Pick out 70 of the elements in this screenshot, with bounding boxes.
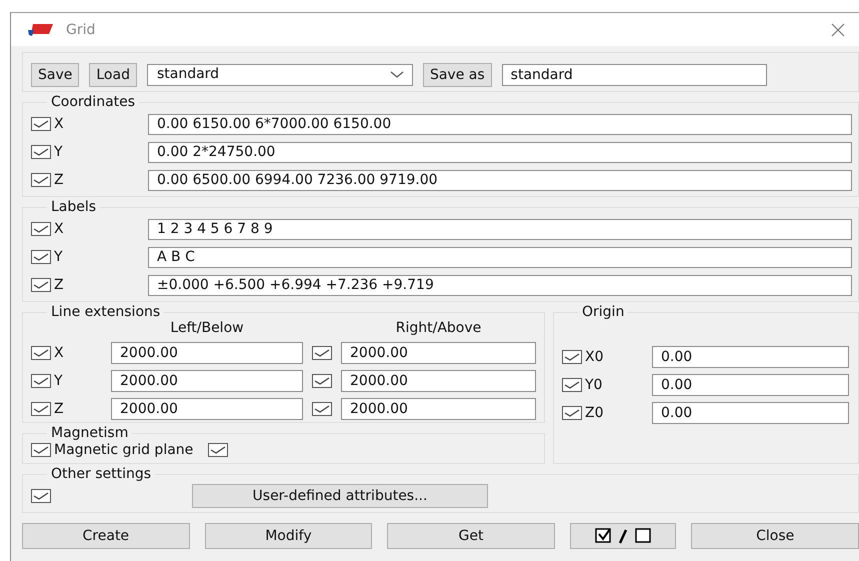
save-as-name-field[interactable]: standard [502, 64, 767, 86]
checkbox[interactable] [31, 489, 51, 503]
coordinate-field[interactable]: 0.00 6500.00 6994.00 7236.00 9719.00 [148, 170, 852, 190]
coordinate-field[interactable]: 0.00 6150.00 6*7000.00 6150.00 [148, 114, 852, 134]
close-icon[interactable] [831, 22, 845, 36]
dialog-button[interactable]: Get [387, 523, 555, 549]
axis-label: Z [54, 277, 64, 293]
checkbox[interactable] [31, 443, 51, 457]
checkbox[interactable] [31, 250, 51, 264]
checkbox[interactable] [31, 222, 51, 236]
user-defined-attributes-button[interactable]: User-defined attributes... [192, 484, 488, 508]
column-header: Right/Above [394, 320, 482, 336]
checkbox[interactable] [31, 117, 51, 131]
dialog-button[interactable]: Create [22, 523, 190, 549]
label-field[interactable]: A B C [148, 246, 852, 268]
axis-label: Z0 [585, 405, 604, 421]
axis-label: Z [54, 172, 64, 188]
group-title: Other settings [50, 467, 152, 482]
group-title: Coordinates [50, 95, 136, 110]
dialog-button[interactable]: Modify [204, 523, 372, 549]
checkbox[interactable] [31, 374, 51, 388]
group-title: Line extensions [50, 305, 162, 320]
extension-field[interactable]: 2000.00 [341, 398, 536, 420]
extension-field[interactable]: 2000.00 [341, 370, 536, 392]
origin-field[interactable]: 0.00 [652, 374, 849, 396]
checkbox[interactable] [31, 173, 51, 187]
extension-field[interactable]: 2000.00 [111, 342, 303, 364]
checkbox[interactable] [31, 145, 51, 159]
axis-label: Y0 [585, 377, 602, 393]
window-title: Grid [66, 22, 96, 38]
extension-field[interactable]: 2000.00 [341, 342, 536, 364]
extension-field[interactable]: 2000.00 [111, 398, 303, 420]
checkbox[interactable] [31, 278, 51, 292]
axis-label: Y [54, 249, 63, 265]
app-logo-icon [28, 22, 54, 36]
group-title: Magnetism [50, 426, 130, 441]
checkbox[interactable] [312, 346, 332, 360]
axis-label: Y [54, 373, 63, 389]
save-button[interactable]: Save [31, 63, 80, 87]
checkbox[interactable] [312, 402, 332, 416]
label-field[interactable]: ±0.000 +6.500 +6.994 +7.236 +9.719 [148, 274, 852, 296]
coordinate-field[interactable]: 0.00 2*24750.00 [148, 142, 852, 162]
column-header: Left/Below [169, 320, 245, 336]
extension-field[interactable]: 2000.00 [111, 370, 303, 392]
select-all-toggle-button[interactable] [570, 523, 676, 549]
check-uncheck-icon [593, 527, 654, 545]
attribute-file-dropdown[interactable]: standard [146, 64, 413, 86]
label-field[interactable]: 1 2 3 4 5 6 7 8 9 [148, 218, 852, 240]
group-title: Origin [581, 305, 626, 320]
checkbox[interactable] [312, 374, 332, 388]
checkbox[interactable] [31, 346, 51, 360]
caret-icon [390, 71, 404, 79]
origin-field[interactable]: 0.00 [652, 346, 849, 368]
axis-label: X [54, 116, 64, 132]
axis-label: X [54, 345, 64, 361]
origin-field[interactable]: 0.00 [652, 402, 849, 424]
load-button[interactable]: Load [89, 63, 137, 87]
axis-label: X [54, 221, 64, 237]
checkbox[interactable] [562, 350, 582, 364]
axis-label: X0 [585, 349, 604, 365]
checkbox[interactable] [562, 378, 582, 392]
checkbox[interactable] [31, 402, 51, 416]
checkbox-label: Magnetic grid plane [54, 442, 194, 458]
checkbox[interactable] [562, 406, 582, 420]
axis-label: Y [54, 144, 63, 160]
group-title: Labels [50, 200, 98, 215]
save-as-button[interactable]: Save as [422, 63, 492, 87]
checkbox[interactable] [208, 443, 228, 457]
axis-label: Z [54, 401, 64, 417]
dialog-button[interactable]: Close [691, 523, 859, 549]
